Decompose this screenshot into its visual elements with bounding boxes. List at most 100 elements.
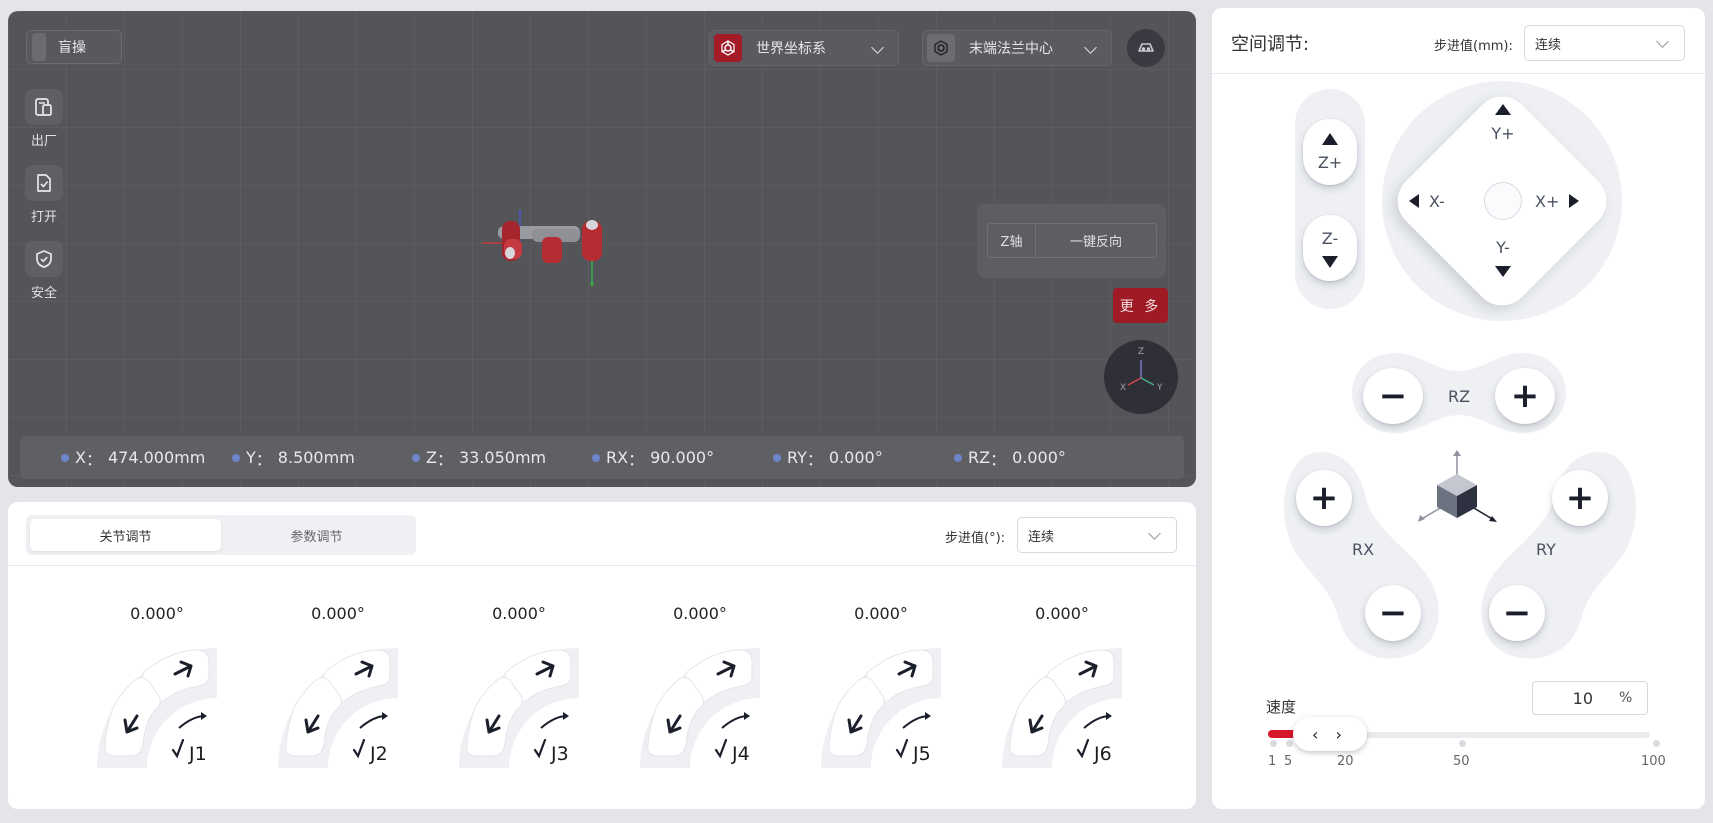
joint-decrease-button[interactable] [648, 682, 698, 756]
safety-label: 安全 [30, 286, 57, 301]
tick-label: 20 [1337, 754, 1354, 769]
x-plus-label: X+ [1535, 191, 1560, 211]
ry-label: RY [1536, 540, 1556, 559]
joint-decrease-button[interactable] [286, 682, 336, 756]
coord-y: Y： 8.500mm [232, 446, 355, 470]
coord-rz: RZ： 0.000° [954, 446, 1066, 470]
shield-icon [25, 241, 63, 277]
toggle-switch-icon [32, 33, 46, 61]
orientation-gizmo[interactable]: Z X Y [1104, 340, 1178, 414]
coord-ry: RY： 0.000° [773, 446, 883, 470]
minus-icon: − [1378, 593, 1408, 633]
coord-y-value: 8.500mm [277, 448, 355, 467]
z-plus-button[interactable]: Z+ [1303, 119, 1357, 185]
x-minus-button[interactable]: X- [1409, 189, 1473, 213]
ry-plus-button[interactable]: + [1552, 470, 1608, 526]
rz-minus-button[interactable]: − [1363, 368, 1423, 424]
joint-angle-value: 0.000° [854, 604, 908, 623]
y-plus-button[interactable]: Y+ [1474, 104, 1532, 156]
blind-operation-toggle[interactable]: 盲操 [26, 30, 122, 64]
tool-frame-select[interactable]: 末端法兰中心 [922, 30, 1112, 66]
joint-adjust-panel: 关节调节 参数调节 步进值(°): 连续 0.000° J1 0.000° J2 0.0… [8, 502, 1196, 809]
tick-dot [1653, 740, 1660, 747]
joint-angle-value: 0.000° [130, 604, 184, 623]
joint-decrease-button[interactable] [467, 682, 517, 756]
joint-control-3: 0.000° J3 [439, 502, 609, 809]
coord-ry-value: 0.000° [828, 448, 883, 467]
factory-label: 出厂 [30, 134, 57, 149]
z-minus-button[interactable]: Z- [1303, 215, 1357, 281]
joint-increase-button[interactable] [873, 646, 943, 692]
space-adjust-panel: 空间调节: 步进值(mm): 连续 Z+ Z- Y+ Y- X- X+ − + … [1212, 8, 1705, 809]
open-button[interactable]: 打开 [25, 165, 63, 225]
rx-minus-button[interactable]: − [1365, 585, 1421, 641]
speed-input[interactable]: 10 % [1532, 681, 1648, 715]
rx-plus-button[interactable]: + [1296, 470, 1352, 526]
coord-x: X： 474.000mm [61, 446, 205, 470]
bullet-dot [773, 453, 781, 462]
coordinates-bar: X： 474.000mm Y： 8.500mm Z： 33.050mm RX： 90.0… [20, 436, 1184, 479]
joint-angle-value: 0.000° [311, 604, 365, 623]
joint-increase-button[interactable] [692, 646, 762, 692]
joint-name: J3 [551, 743, 569, 765]
robot-3d-viewport[interactable]: 盲操 出厂 打开 安全 世界坐标系 末端法兰中心 Z轴 一键反向 更 多 Z X… [8, 11, 1196, 487]
y-minus-button[interactable]: Y- [1474, 238, 1532, 290]
coord-rx-label: RX [606, 448, 629, 467]
joint-increase-button[interactable] [149, 646, 219, 692]
safety-button[interactable]: 安全 [25, 241, 63, 301]
joint-increase-button[interactable] [1054, 646, 1124, 692]
x-plus-button[interactable]: X+ [1535, 189, 1599, 213]
z-axis-card: Z轴 一键反向 [977, 204, 1166, 278]
one-click-reverse-button[interactable]: 一键反向 [1036, 224, 1156, 257]
minus-icon: − [1502, 593, 1532, 633]
joint-decrease-button[interactable] [829, 682, 879, 756]
coord-rx: RX： 90.000° [592, 446, 714, 470]
open-label: 打开 [30, 210, 57, 225]
factory-reset-button[interactable]: 出厂 [25, 89, 63, 149]
joint-increase-button[interactable] [330, 646, 400, 692]
joint-decrease-button[interactable] [1010, 682, 1060, 756]
speed-slider-thumb[interactable]: ‹ › [1293, 717, 1367, 751]
coordinate-system-select[interactable]: 世界坐标系 [709, 30, 899, 66]
minus-icon: − [1378, 376, 1408, 416]
space-step-value: 连续 [1535, 37, 1562, 53]
coord-x-label: X [75, 448, 86, 467]
gizmo-z-label: Z [1138, 347, 1144, 357]
tick-dot [1459, 740, 1466, 747]
vr-view-button[interactable] [1127, 29, 1165, 67]
arrow-up-icon [1495, 104, 1511, 115]
z-axis-label[interactable]: Z轴 [988, 224, 1036, 257]
plus-icon: + [1510, 376, 1540, 416]
vr-goggles-icon [1138, 43, 1154, 52]
arrow-down-icon [1495, 266, 1511, 277]
bullet-dot [954, 453, 962, 462]
joint-name: J2 [370, 743, 388, 765]
coord-z: Z： 33.050mm [412, 446, 546, 470]
chevron-down-icon [1656, 35, 1669, 48]
arrow-up-icon [1322, 132, 1338, 145]
coord-z-label: Z [426, 448, 437, 467]
speed-slider-fill [1268, 730, 1296, 738]
factory-icon [25, 89, 63, 125]
tick-label: 1 [1268, 754, 1277, 769]
rz-label: RZ [1448, 387, 1471, 406]
gizmo-x-label: X [1120, 383, 1126, 393]
cube-axes-icon [1418, 450, 1497, 522]
coord-rz-label: RZ [968, 448, 991, 467]
more-button[interactable]: 更 多 [1113, 288, 1168, 323]
coord-x-value: 474.000mm [107, 448, 206, 467]
coord-y-label: Y [246, 448, 256, 467]
joint-angle-value: 0.000° [673, 604, 727, 623]
joint-control-2: 0.000° J2 [258, 502, 428, 809]
space-step-select[interactable]: 连续 [1524, 25, 1685, 61]
bullet-dot [592, 453, 600, 462]
joint-increase-button[interactable] [511, 646, 581, 692]
rz-plus-button[interactable]: + [1495, 368, 1555, 424]
space-step-label: 步进值(mm): [1434, 39, 1513, 54]
joint-decrease-button[interactable] [105, 682, 155, 756]
divider [1212, 73, 1705, 74]
ry-minus-button[interactable]: − [1489, 585, 1545, 641]
chevron-down-icon [1084, 41, 1097, 54]
xy-center-button[interactable] [1484, 182, 1522, 220]
y-plus-label: Y+ [1491, 124, 1515, 143]
